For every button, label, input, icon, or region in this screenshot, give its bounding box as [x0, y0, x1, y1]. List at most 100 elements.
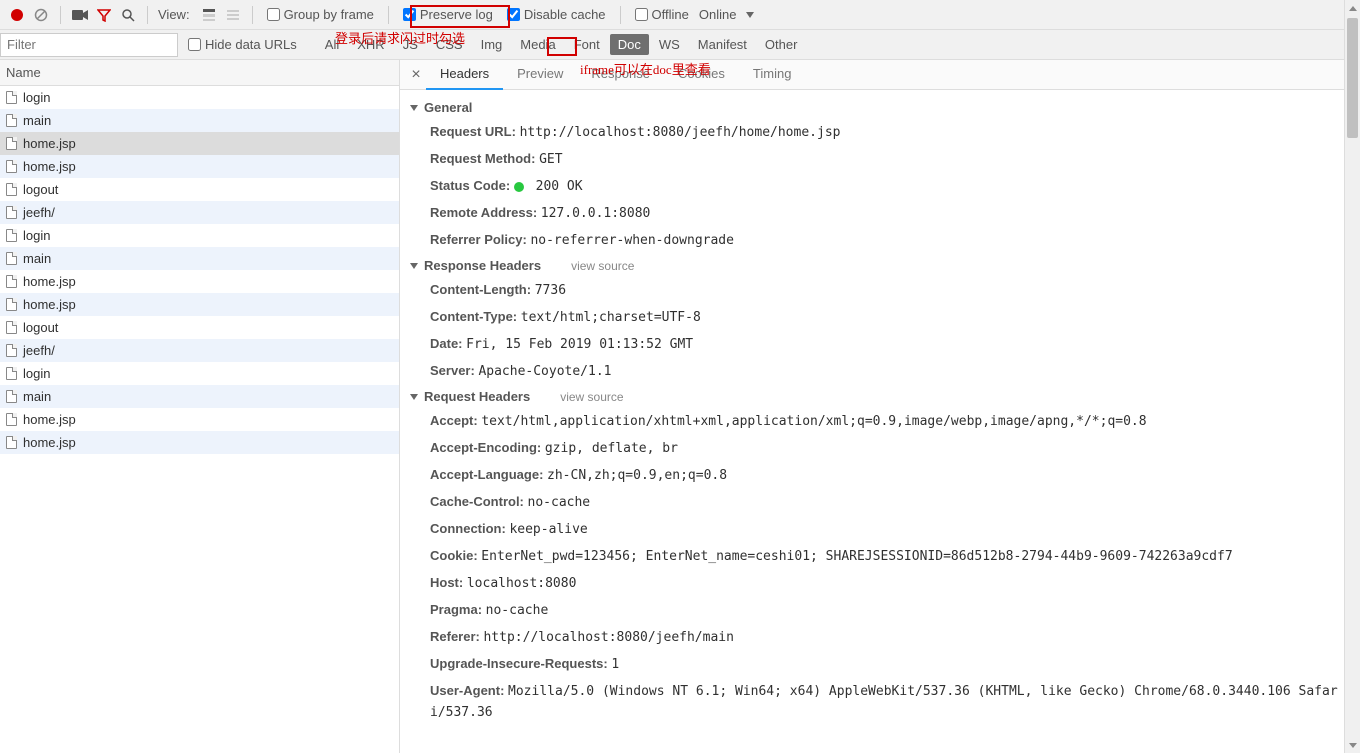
- request-row[interactable]: main: [0, 247, 399, 270]
- request-row[interactable]: home.jsp: [0, 132, 399, 155]
- throttle-dropdown[interactable]: Online: [699, 7, 755, 22]
- header-key: Host:: [430, 575, 463, 590]
- header-row: Cookie: EnterNet_pwd=123456; EnterNet_na…: [400, 543, 1360, 570]
- camera-icon[interactable]: [71, 6, 89, 24]
- tab-headers[interactable]: Headers: [426, 59, 503, 90]
- request-row[interactable]: logout: [0, 178, 399, 201]
- file-icon: [6, 344, 17, 357]
- type-filter-manifest[interactable]: Manifest: [690, 34, 755, 55]
- view-large-icon[interactable]: [200, 6, 218, 24]
- scrollbar[interactable]: [1344, 0, 1360, 753]
- type-filter-font[interactable]: Font: [566, 34, 608, 55]
- scrollbar-thumb[interactable]: [1347, 18, 1358, 138]
- header-key: Accept-Encoding:: [430, 440, 541, 455]
- type-filter-other[interactable]: Other: [757, 34, 806, 55]
- group-by-frame-checkbox[interactable]: Group by frame: [267, 7, 374, 22]
- header-key: Connection:: [430, 521, 506, 536]
- request-row[interactable]: jeefh/: [0, 201, 399, 224]
- request-row[interactable]: jeefh/: [0, 339, 399, 362]
- request-name: logout: [23, 320, 58, 335]
- header-value: http://localhost:8080/jeefh/home/home.js…: [520, 125, 841, 140]
- type-filter-img[interactable]: Img: [473, 34, 511, 55]
- triangle-down-icon: [410, 263, 418, 269]
- header-value: text/html;charset=UTF-8: [521, 310, 701, 325]
- request-row[interactable]: home.jsp: [0, 408, 399, 431]
- request-name: jeefh/: [23, 205, 55, 220]
- header-value: text/html,application/xhtml+xml,applicat…: [481, 414, 1146, 429]
- view-small-icon[interactable]: [224, 6, 242, 24]
- request-row[interactable]: login: [0, 362, 399, 385]
- header-key: Request URL:: [430, 124, 516, 139]
- scroll-down-icon[interactable]: [1345, 737, 1360, 753]
- request-row[interactable]: home.jsp: [0, 293, 399, 316]
- section-header[interactable]: Response Headersview source: [400, 254, 1360, 277]
- file-icon: [6, 137, 17, 150]
- request-list: loginmainhome.jsphome.jsplogoutjeefh/log…: [0, 86, 399, 753]
- request-name: main: [23, 113, 51, 128]
- section-header[interactable]: General: [400, 96, 1360, 119]
- header-row: Accept: text/html,application/xhtml+xml,…: [400, 408, 1360, 435]
- scroll-up-icon[interactable]: [1345, 0, 1360, 16]
- header-value: no-cache: [486, 603, 549, 618]
- header-row: Accept-Language: zh-CN,zh;q=0.9,en;q=0.8: [400, 462, 1360, 489]
- network-toolbar: View: Group by frame Preserve log Disabl…: [0, 0, 1360, 30]
- annotation-text-2: iframe可以在doc里查看: [580, 59, 711, 78]
- type-filter-media[interactable]: Media: [512, 34, 563, 55]
- header-key: Pragma:: [430, 602, 482, 617]
- hide-data-urls-checkbox[interactable]: Hide data URLs: [188, 37, 297, 52]
- search-icon[interactable]: [119, 6, 137, 24]
- request-row[interactable]: logout: [0, 316, 399, 339]
- close-icon[interactable]: ×: [406, 66, 426, 84]
- header-value: Fri, 15 Feb 2019 01:13:52 GMT: [466, 337, 693, 352]
- request-name: home.jsp: [23, 297, 76, 312]
- type-filter-ws[interactable]: WS: [651, 34, 688, 55]
- header-row: Referrer Policy: no-referrer-when-downgr…: [400, 227, 1360, 254]
- header-row: Content-Length: 7736: [400, 277, 1360, 304]
- request-row[interactable]: home.jsp: [0, 270, 399, 293]
- request-name: login: [23, 366, 50, 381]
- request-name: home.jsp: [23, 159, 76, 174]
- tab-preview[interactable]: Preview: [503, 59, 577, 90]
- request-row[interactable]: login: [0, 86, 399, 109]
- header-key: Content-Length:: [430, 282, 531, 297]
- request-row[interactable]: main: [0, 385, 399, 408]
- header-key: Remote Address:: [430, 205, 537, 220]
- file-icon: [6, 114, 17, 127]
- request-name: home.jsp: [23, 435, 76, 450]
- view-source-link[interactable]: view source: [571, 259, 634, 273]
- clear-icon[interactable]: [32, 6, 50, 24]
- header-key: User-Agent:: [430, 683, 504, 698]
- status-dot-icon: [514, 182, 524, 192]
- details-panel: × HeadersPreviewResponseCookiesTiming Ge…: [400, 60, 1360, 753]
- request-row[interactable]: home.jsp: [0, 431, 399, 454]
- offline-checkbox[interactable]: Offline: [635, 7, 689, 22]
- section-title: General: [424, 100, 472, 115]
- header-value: 7736: [535, 283, 566, 298]
- header-value: zh-CN,zh;q=0.9,en;q=0.8: [547, 468, 727, 483]
- filter-bar: Hide data URLs AllXHRJSCSSImgMediaFontDo…: [0, 30, 1360, 60]
- request-name: login: [23, 90, 50, 105]
- record-icon[interactable]: [8, 6, 26, 24]
- request-row[interactable]: home.jsp: [0, 155, 399, 178]
- disable-cache-checkbox[interactable]: Disable cache: [507, 7, 606, 22]
- header-row: Request Method: GET: [400, 146, 1360, 173]
- filter-icon[interactable]: [95, 6, 113, 24]
- request-name: login: [23, 228, 50, 243]
- tab-timing[interactable]: Timing: [739, 59, 806, 90]
- request-row[interactable]: login: [0, 224, 399, 247]
- view-source-link[interactable]: view source: [560, 390, 623, 404]
- type-filter-doc[interactable]: Doc: [610, 34, 649, 55]
- header-row: Request URL: http://localhost:8080/jeefh…: [400, 119, 1360, 146]
- request-row[interactable]: main: [0, 109, 399, 132]
- file-icon: [6, 229, 17, 242]
- section-header[interactable]: Request Headersview source: [400, 385, 1360, 408]
- header-value: keep-alive: [509, 522, 587, 537]
- preserve-log-checkbox[interactable]: Preserve log: [403, 7, 493, 22]
- details-tabs: × HeadersPreviewResponseCookiesTiming: [400, 60, 1360, 90]
- header-key: Date:: [430, 336, 463, 351]
- filter-input[interactable]: [0, 33, 178, 57]
- header-value: no-referrer-when-downgrade: [530, 233, 734, 248]
- name-column-header[interactable]: Name: [0, 60, 399, 86]
- triangle-down-icon: [410, 105, 418, 111]
- header-value: GET: [539, 152, 562, 167]
